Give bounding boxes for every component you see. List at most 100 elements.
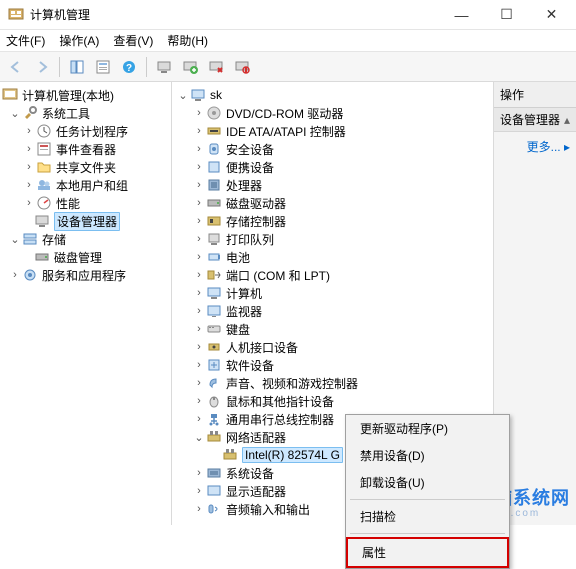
left-services[interactable]: › 服务和应用程序: [0, 266, 171, 284]
twisty-closed-icon[interactable]: ›: [192, 215, 206, 227]
minimize-button[interactable]: —: [439, 1, 484, 29]
left-tree-pane[interactable]: 计算机管理(本地) ⌄ 系统工具 › 任务计划程序 › 事件查看器 › 共享文件…: [0, 82, 172, 525]
left-event-viewer[interactable]: › 事件查看器: [0, 140, 171, 158]
device-category[interactable]: ›电池: [172, 248, 493, 266]
left-perf[interactable]: › 性能: [0, 194, 171, 212]
left-shared[interactable]: › 共享文件夹: [0, 158, 171, 176]
category-icon: [206, 321, 222, 337]
twisty-closed-icon[interactable]: ›: [192, 377, 206, 389]
twisty-closed-icon[interactable]: ›: [192, 107, 206, 119]
menu-view[interactable]: 查看(V): [113, 32, 153, 49]
device-category[interactable]: ›软件设备: [172, 356, 493, 374]
left-root[interactable]: 计算机管理(本地): [0, 86, 171, 104]
twisty-closed-icon[interactable]: ›: [192, 395, 206, 407]
device-category[interactable]: ›鼠标和其他指针设备: [172, 392, 493, 410]
device-category[interactable]: ›声音、视频和游戏控制器: [172, 374, 493, 392]
twisty-closed-icon[interactable]: ›: [192, 305, 206, 317]
disable-button[interactable]: [230, 55, 254, 79]
twisty-closed-icon[interactable]: ›: [22, 125, 36, 137]
twisty-closed-icon[interactable]: ›: [192, 125, 206, 137]
ctx-scan-hardware[interactable]: 扫描检: [346, 503, 509, 530]
ctx-update-driver[interactable]: 更新驱动程序(P): [346, 415, 509, 442]
category-label: 网络适配器: [226, 429, 286, 446]
services-icon: [22, 267, 38, 283]
window-title: 计算机管理: [30, 6, 439, 23]
help-button[interactable]: ?: [117, 55, 141, 79]
device-category[interactable]: ›端口 (COM 和 LPT): [172, 266, 493, 284]
twisty-open-icon[interactable]: ⌄: [8, 107, 22, 120]
category-label: 磁盘驱动器: [226, 195, 286, 212]
twisty-closed-icon[interactable]: ›: [192, 467, 206, 479]
uninstall-button[interactable]: [204, 55, 228, 79]
twisty-closed-icon[interactable]: ›: [192, 323, 206, 335]
twisty-closed-icon[interactable]: ›: [192, 485, 206, 497]
twisty-closed-icon[interactable]: ›: [192, 503, 206, 515]
twisty-closed-icon[interactable]: ›: [192, 251, 206, 263]
category-label: 处理器: [226, 177, 262, 194]
left-disk-mgmt[interactable]: 磁盘管理: [0, 248, 171, 266]
twisty-closed-icon[interactable]: ›: [192, 233, 206, 245]
twisty-closed-icon[interactable]: ›: [192, 269, 206, 281]
twisty-closed-icon[interactable]: ›: [192, 341, 206, 353]
twisty-closed-icon[interactable]: ›: [192, 413, 206, 425]
device-category[interactable]: ›计算机: [172, 284, 493, 302]
ctx-disable-device[interactable]: 禁用设备(D): [346, 442, 509, 469]
actions-header: 操作: [494, 82, 576, 108]
category-label: 显示适配器: [226, 483, 286, 500]
twisty-open-icon[interactable]: ⌄: [176, 89, 190, 102]
device-category[interactable]: ›存储控制器: [172, 212, 493, 230]
twisty-closed-icon[interactable]: ›: [22, 161, 36, 173]
device-category[interactable]: › 处理器: [172, 176, 493, 194]
clock-icon: [36, 123, 52, 139]
left-users[interactable]: › 本地用户和组: [0, 176, 171, 194]
category-icon: [206, 465, 222, 481]
device-category[interactable]: ›安全设备: [172, 140, 493, 158]
menu-action[interactable]: 操作(A): [59, 32, 99, 49]
device-category[interactable]: ›人机接口设备: [172, 338, 493, 356]
category-icon: [206, 177, 222, 193]
twisty-open-icon[interactable]: ⌄: [8, 233, 22, 246]
ctx-properties[interactable]: 属性: [346, 537, 509, 568]
device-item-label: Intel(R) 82574L G: [242, 447, 343, 463]
disk-icon: [34, 249, 50, 265]
actions-more[interactable]: 更多... ▸: [494, 132, 576, 161]
device-category[interactable]: ›便携设备: [172, 158, 493, 176]
twisty-closed-icon[interactable]: ›: [192, 359, 206, 371]
scan-hardware-button[interactable]: [152, 55, 176, 79]
device-category[interactable]: › 磁盘驱动器: [172, 194, 493, 212]
category-icon: [206, 375, 222, 391]
back-button[interactable]: [4, 55, 28, 79]
actions-subheader[interactable]: 设备管理器 ▴: [494, 108, 576, 132]
twisty-closed-icon[interactable]: ›: [192, 143, 206, 155]
show-hide-tree-button[interactable]: [65, 55, 89, 79]
left-dev-mgr[interactable]: 设备管理器: [0, 212, 171, 230]
twisty-closed-icon[interactable]: ›: [8, 269, 22, 281]
twisty-closed-icon[interactable]: ›: [22, 197, 36, 209]
device-category[interactable]: › DVD/CD-ROM 驱动器: [172, 104, 493, 122]
category-label: 监视器: [226, 303, 262, 320]
left-sys-tools[interactable]: ⌄ 系统工具: [0, 104, 171, 122]
twisty-closed-icon[interactable]: ›: [192, 287, 206, 299]
twisty-closed-icon[interactable]: ›: [192, 161, 206, 173]
device-category[interactable]: ›打印队列: [172, 230, 493, 248]
forward-button[interactable]: [30, 55, 54, 79]
device-root[interactable]: ⌄ sk: [172, 86, 493, 104]
properties-button[interactable]: [91, 55, 115, 79]
twisty-closed-icon[interactable]: ›: [192, 197, 206, 209]
twisty-closed-icon[interactable]: ›: [22, 143, 36, 155]
maximize-button[interactable]: ☐: [484, 1, 529, 29]
twisty-closed-icon[interactable]: ›: [22, 179, 36, 191]
menu-help[interactable]: 帮助(H): [167, 32, 208, 49]
menu-file[interactable]: 文件(F): [6, 32, 45, 49]
device-category[interactable]: ›IDE ATA/ATAPI 控制器: [172, 122, 493, 140]
device-category[interactable]: ›键盘: [172, 320, 493, 338]
close-button[interactable]: ✕: [529, 1, 574, 29]
update-driver-button[interactable]: [178, 55, 202, 79]
twisty-closed-icon[interactable]: ›: [192, 179, 206, 191]
left-storage[interactable]: ⌄ 存储: [0, 230, 171, 248]
twisty-open-icon[interactable]: ⌄: [192, 431, 206, 444]
ctx-uninstall-device[interactable]: 卸载设备(U): [346, 469, 509, 496]
category-label: DVD/CD-ROM 驱动器: [226, 105, 343, 122]
device-category[interactable]: › 监视器: [172, 302, 493, 320]
left-task-sched[interactable]: › 任务计划程序: [0, 122, 171, 140]
